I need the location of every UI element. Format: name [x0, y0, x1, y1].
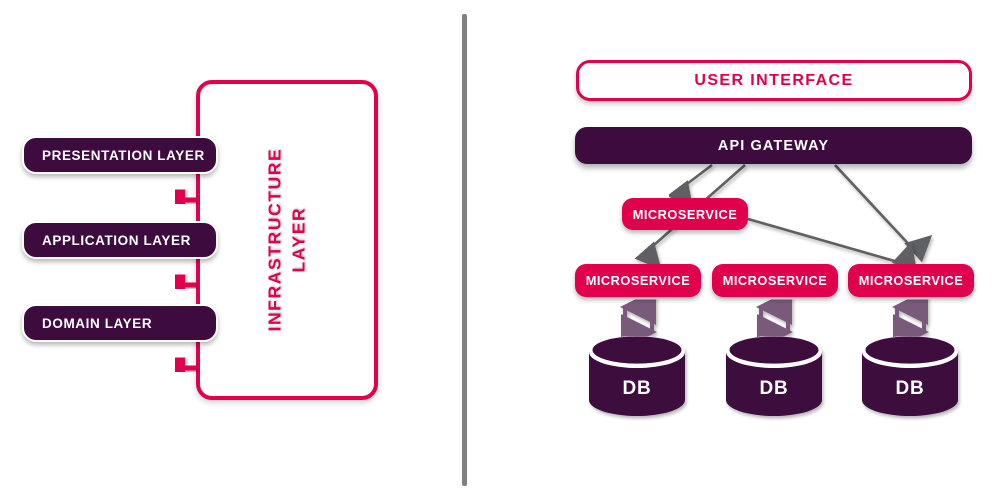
db-1-text: DB	[622, 378, 652, 399]
infra-hook-1	[150, 174, 196, 210]
layer-box-presentation[interactable]: PRESENTATION LAYER	[22, 136, 218, 174]
db-label-3: DB	[862, 378, 958, 400]
api-gateway-box[interactable]: API GATEWAY	[575, 127, 972, 164]
user-interface-box[interactable]: USER INTERFACE	[576, 60, 972, 101]
microservice-floating-label: MICROSERVICE	[632, 206, 738, 222]
microservice-2-label: MICROSERVICE	[722, 273, 828, 288]
layer-box-application[interactable]: APPLICATION LAYER	[22, 221, 218, 259]
layer-box-presentation-label: PRESENTATION LAYER	[42, 147, 205, 163]
layer-box-domain-label: DOMAIN LAYER	[42, 315, 153, 331]
infrastructure-layer-line2: LAYER	[288, 207, 308, 273]
panel-divider	[462, 14, 467, 486]
infrastructure-layer-line1: INFRASTRUCTURE	[264, 148, 285, 332]
db-cylinder-3	[862, 336, 958, 416]
db-label-1: DB	[589, 378, 685, 400]
arrow-floating-ms-to-ms3	[747, 217, 917, 271]
diagram-canvas: INFRASTRUCTURE LAYER PRESENTATION LAYER …	[0, 0, 1000, 500]
db-2-text: DB	[759, 378, 789, 399]
infra-hook-2	[150, 259, 196, 295]
arrows-ms3-db3	[892, 289, 929, 350]
infra-hook-3	[150, 342, 196, 378]
arrow-gateway-to-ms3	[834, 164, 933, 263]
user-interface-label: USER INTERFACE	[694, 71, 854, 89]
infrastructure-layer-label-wrap: INFRASTRUCTURE LAYER	[200, 84, 374, 396]
microservice-box-3[interactable]: MICROSERVICE	[848, 264, 974, 297]
db-3-text: DB	[895, 378, 925, 399]
microservice-box-floating[interactable]: MICROSERVICE	[622, 198, 748, 230]
infrastructure-layer-label: INFRASTRUCTURE LAYER	[263, 148, 310, 332]
db-label-2: DB	[726, 378, 822, 400]
arrows-ms2-db2	[756, 289, 793, 350]
microservice-3-label: MICROSERVICE	[858, 273, 964, 288]
microservice-box-2[interactable]: MICROSERVICE	[712, 264, 838, 297]
arrows-ms1-db1	[620, 289, 657, 350]
arrow-gateway-to-floating-ms	[667, 163, 713, 209]
microservice-1-label: MICROSERVICE	[585, 273, 691, 288]
layer-box-application-label: APPLICATION LAYER	[42, 232, 191, 248]
layer-box-domain[interactable]: DOMAIN LAYER	[22, 304, 218, 342]
db-cylinder-1	[589, 336, 685, 416]
db-cylinder-2	[726, 336, 822, 416]
microservice-box-1[interactable]: MICROSERVICE	[575, 264, 701, 297]
api-gateway-label: API GATEWAY	[717, 137, 830, 154]
infrastructure-layer-frame: INFRASTRUCTURE LAYER	[196, 80, 378, 400]
